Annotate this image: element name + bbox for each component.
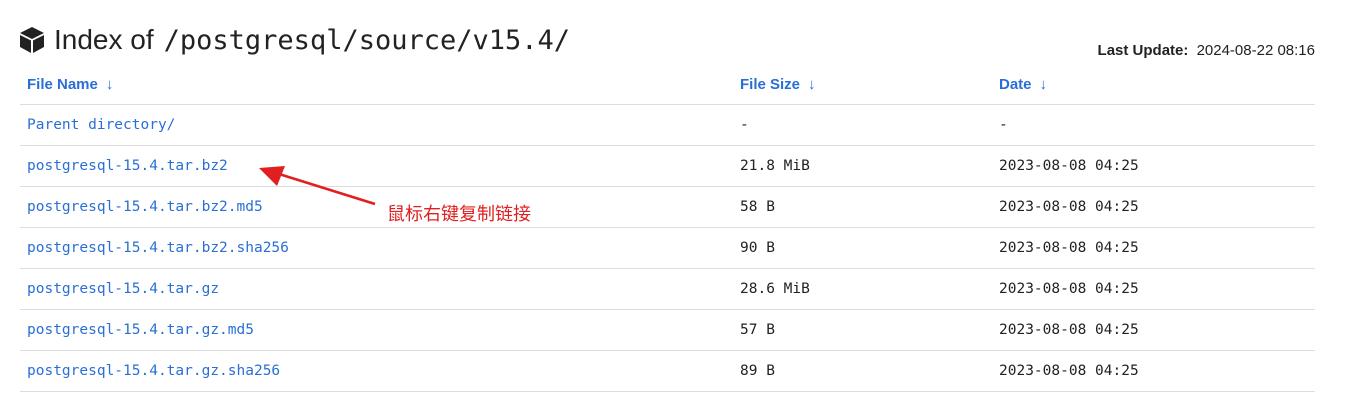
last-update-label: Last Update: xyxy=(1097,42,1189,59)
date-cell: 2023-08-08 04:25 xyxy=(992,309,1315,351)
column-header-file-name[interactable]: File Name ↓ xyxy=(20,64,733,105)
box-icon xyxy=(20,27,44,53)
file-size-cell: - xyxy=(733,104,992,146)
file-link[interactable]: postgresql-15.4.tar.gz.sha256 xyxy=(20,350,733,392)
file-size-cell: 58 B xyxy=(733,186,992,228)
file-link[interactable]: postgresql-15.4.tar.bz2.md5 xyxy=(20,186,733,228)
column-header-file-size[interactable]: File Size ↓ xyxy=(733,64,992,105)
file-size-cell: 89 B xyxy=(733,350,992,392)
date-cell: 2023-08-08 04:25 xyxy=(992,268,1315,310)
page-title-path: /postgresql/source/v15.4/ xyxy=(163,24,571,56)
table-row: postgresql-15.4.tar.bz2.sha256 90 B 2023… xyxy=(20,227,1315,269)
column-header-label: File Name xyxy=(27,75,98,93)
date-cell: 2023-08-08 04:25 xyxy=(992,227,1315,269)
annotation-text: 鼠标右键复制链接 xyxy=(387,204,531,225)
page-title-label: Index of xyxy=(54,24,154,55)
arrow-down-icon: ↓ xyxy=(1039,75,1048,93)
arrow-down-icon: ↓ xyxy=(808,75,816,93)
date-cell: 2023-08-08 04:25 xyxy=(992,186,1315,228)
column-header-date[interactable]: Date ↓ xyxy=(992,64,1315,105)
file-listing-table: File Name ↓ File Size ↓ Date ↓ Parent direc… xyxy=(20,64,1315,392)
date-cell: 2023-08-08 04:25 xyxy=(992,145,1315,187)
file-size-cell: 90 B xyxy=(733,227,992,269)
file-link[interactable]: postgresql-15.4.tar.gz xyxy=(20,268,733,310)
arrow-down-icon: ↓ xyxy=(105,75,114,93)
date-cell: 2023-08-08 04:25 xyxy=(992,350,1315,392)
table-row: postgresql-15.4.tar.bz2 21.8 MiB 2023-08… xyxy=(20,145,1315,187)
table-header-row: File Name ↓ File Size ↓ Date ↓ xyxy=(20,64,1315,105)
file-size-cell: 28.6 MiB xyxy=(733,268,992,310)
column-header-label: Date xyxy=(999,75,1032,93)
file-size-cell: 21.8 MiB xyxy=(733,145,992,187)
table-row: postgresql-15.4.tar.gz.sha256 89 B 2023-… xyxy=(20,350,1315,392)
date-cell: - xyxy=(992,104,1315,146)
page-header: Index of /postgresql/source/v15.4/ xyxy=(18,18,570,62)
column-header-label: File Size xyxy=(740,75,801,93)
file-link[interactable]: postgresql-15.4.tar.gz.md5 xyxy=(20,309,733,351)
table-row: postgresql-15.4.tar.gz.md5 57 B 2023-08-… xyxy=(20,309,1315,351)
last-update: Last Update: 2024-08-22 08:16 xyxy=(1098,42,1315,59)
table-row: postgresql-15.4.tar.gz 28.6 MiB 2023-08-… xyxy=(20,268,1315,310)
last-update-value: 2024-08-22 08:16 xyxy=(1196,42,1315,59)
table-row: Parent directory/ - - xyxy=(20,104,1315,146)
table-row: postgresql-15.4.tar.bz2.md5 58 B 2023-08… xyxy=(20,186,1315,228)
file-link[interactable]: postgresql-15.4.tar.bz2.sha256 xyxy=(20,227,733,269)
file-link[interactable]: postgresql-15.4.tar.bz2 xyxy=(20,145,733,187)
parent-directory-link[interactable]: Parent directory/ xyxy=(20,104,733,146)
file-size-cell: 57 B xyxy=(733,309,992,351)
